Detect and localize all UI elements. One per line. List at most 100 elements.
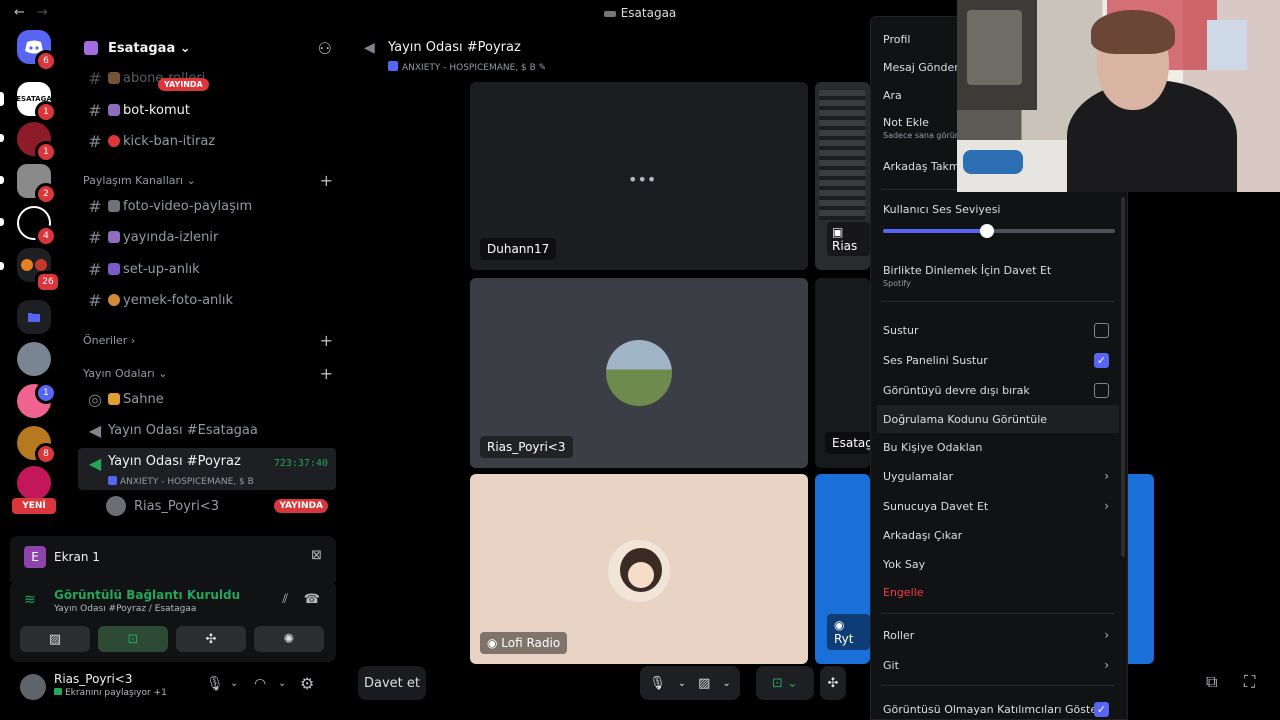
server-badge: 2 <box>35 183 57 205</box>
stage-icon: ◎ <box>88 389 102 409</box>
menu-block[interactable]: Engelle <box>883 578 1119 606</box>
home-badge: 6 <box>35 50 57 72</box>
category-share[interactable]: Paylaşım Kanalları ⌄ + <box>83 170 333 190</box>
server-8[interactable] <box>17 342 51 376</box>
activities-button[interactable]: ✣ <box>176 626 246 652</box>
user-avatar[interactable] <box>20 674 46 700</box>
chevron-down-icon[interactable]: ⌄ <box>722 678 730 689</box>
guild-icon <box>84 41 98 55</box>
add-channel-icon[interactable]: + <box>320 171 333 190</box>
server-folder[interactable] <box>17 300 51 334</box>
soundboard-icon: ✺ <box>283 631 295 647</box>
screen-share-control[interactable]: ⊡ ⌄ <box>756 666 814 700</box>
invite-people-icon[interactable]: ⚇ <box>318 39 332 58</box>
participant-name: ◉ Ryt <box>827 614 870 650</box>
participant-name: Esatag <box>825 432 870 454</box>
stream-tile-edge <box>1128 474 1154 664</box>
guild-header[interactable]: Esatagaa ⌄ ⚇ <box>68 34 344 62</box>
channel-item[interactable]: # foto-video-paylaşım <box>78 192 336 220</box>
channel-item[interactable]: # bot-komut <box>78 96 336 124</box>
screen-share-button[interactable]: ⊡ <box>98 626 168 652</box>
show-non-video-checkbox[interactable]: ✓ <box>1094 701 1109 717</box>
menu-invite-server[interactable]: Sunucuya Davet Et › <box>883 492 1119 520</box>
add-channel-icon[interactable]: + <box>320 331 333 350</box>
participant-tile[interactable]: Esatag <box>815 278 870 468</box>
category-suggestions[interactable]: Öneriler › + <box>83 330 333 350</box>
participant-tile[interactable]: Rias_Poyri<3 <box>470 278 808 468</box>
category-stream-rooms[interactable]: Yayın Odaları ⌄ + <box>83 363 333 383</box>
camera-off-icon[interactable]: ▨ <box>698 676 710 691</box>
menu-listen-along[interactable]: Birlikte Dinlemek İçin Davet Et Spotify <box>883 257 1119 291</box>
disable-video-checkbox[interactable] <box>1094 382 1109 398</box>
server-badge: 1 <box>35 101 57 123</box>
server-11[interactable] <box>17 466 51 500</box>
menu-remove-friend[interactable]: Arkadaşı Çıkar <box>883 521 1119 549</box>
screen-share-icon: ⊡ <box>127 631 139 647</box>
popout-icon[interactable]: ⧉ <box>1206 672 1217 692</box>
chevron-right-icon: › <box>1104 499 1109 513</box>
screen-share-close-icon[interactable]: ⊠ <box>311 548 322 563</box>
stage-channel[interactable]: ◎ Sahne <box>78 385 336 413</box>
activities-icon: ✣ <box>827 675 839 691</box>
menu-verify-code[interactable]: Doğrulama Kodunu Görüntüle <box>877 405 1119 433</box>
participant-name: ▣ Rias <box>827 222 870 256</box>
menu-scrollbar[interactable] <box>1121 197 1125 557</box>
mute-soundboard-checkbox[interactable]: ✓ <box>1094 352 1109 368</box>
menu-ignore[interactable]: Yok Say <box>883 550 1119 578</box>
volume-slider-knob[interactable] <box>980 224 995 238</box>
voice-channel-poyraz[interactable]: ◀ Yayın Odası #Poyraz 723:37:40 ANXIETY -… <box>78 448 336 490</box>
server-indicator <box>0 176 4 184</box>
menu-show-non-video[interactable]: Görüntüsü Olmayan Katılımcıları Göster ✓ <box>883 695 1119 720</box>
camera-off-button[interactable]: ▨ <box>20 626 90 652</box>
server-indicator <box>0 262 4 270</box>
participant-name: Rias_Poyri<3 <box>480 436 573 458</box>
app-logo-icon <box>603 10 616 17</box>
fullscreen-icon[interactable]: ⛶ <box>1244 672 1255 692</box>
chevron-down-icon[interactable]: ⌄ <box>230 678 238 689</box>
settings-gear-icon[interactable]: ⚙ <box>300 674 314 693</box>
channel-item[interactable]: # yayında-izlenir <box>78 223 336 251</box>
add-channel-icon[interactable]: + <box>320 364 333 383</box>
channel-item[interactable]: # set-up-anlık <box>78 255 336 283</box>
microphone-icon[interactable]: 🎙︎ <box>649 676 666 691</box>
microphone-icon[interactable]: 🎙︎ <box>206 676 224 692</box>
invite-button[interactable]: Davet et <box>358 666 426 700</box>
speaker-icon: ◀ <box>88 454 102 473</box>
participant-tile[interactable]: ••• Duhann17 <box>470 82 808 270</box>
noise-suppression-icon[interactable]: ⫽ <box>282 592 288 607</box>
chevron-down-icon[interactable]: ⌄ <box>678 678 686 689</box>
activities-control[interactable]: ✣ <box>820 666 846 700</box>
screen-share-panel: E Ekran 1 ⊠ <box>10 536 336 582</box>
stream-tile[interactable]: ◉ Ryt <box>815 474 870 664</box>
soundboard-button[interactable]: ✺ <box>254 626 324 652</box>
voice-channel-esatagaa[interactable]: ◀ Yayın Odası #Esatagaa <box>78 416 336 444</box>
speaker-icon: ◀ <box>364 40 375 56</box>
avatar <box>606 340 672 406</box>
channel-header: ◀ Yayın Odası #Poyraz ANXIETY - HOSPICEM… <box>344 26 870 78</box>
mic-camera-group: 🎙︎ ⌄ ▨ ⌄ <box>640 666 740 700</box>
window-title-text: Esatagaa <box>620 6 677 20</box>
chevron-down-icon[interactable]: ⌄ <box>278 678 286 689</box>
menu-roles[interactable]: Roller › <box>883 621 1119 649</box>
screen-title: Ekran 1 <box>54 550 100 564</box>
menu-focus[interactable]: Bu Kişiye Odaklan <box>883 433 1119 461</box>
disconnect-icon[interactable]: ☎ <box>304 592 320 607</box>
menu-go[interactable]: Git › <box>883 651 1119 679</box>
voice-member[interactable]: Rias_Poyri<3 YAYINDA <box>78 492 336 520</box>
menu-mute-soundboard[interactable]: Ses Panelini Sustur ✓ <box>883 346 1119 374</box>
channel-activity: ANXIETY - HOSPICEMANE, $ B ✎ <box>388 61 546 73</box>
menu-volume-label: Kullanıcı Ses Seviyesi <box>883 202 1001 216</box>
participant-tile[interactable]: ◉ Lofi Radio <box>470 474 808 664</box>
headphones-icon[interactable]: ◠ <box>254 676 266 692</box>
mute-checkbox[interactable] <box>1094 322 1109 338</box>
channel-title: Yayın Odası #Poyraz <box>388 40 521 55</box>
stream-tile[interactable]: ▣ Rias <box>815 82 870 270</box>
volume-slider[interactable] <box>883 224 1115 238</box>
menu-apps[interactable]: Uygulamalar › <box>883 462 1119 490</box>
channel-item[interactable]: # yemek-foto-anlık <box>78 286 336 314</box>
channel-item[interactable]: # kick-ban-itiraz <box>78 127 336 155</box>
menu-disable-video[interactable]: Görüntüyü devre dışı bırak <box>883 376 1119 404</box>
participant-name: Duhann17 <box>480 238 557 260</box>
loading-dots-icon: ••• <box>628 170 657 189</box>
menu-mute[interactable]: Sustur <box>883 316 1119 344</box>
